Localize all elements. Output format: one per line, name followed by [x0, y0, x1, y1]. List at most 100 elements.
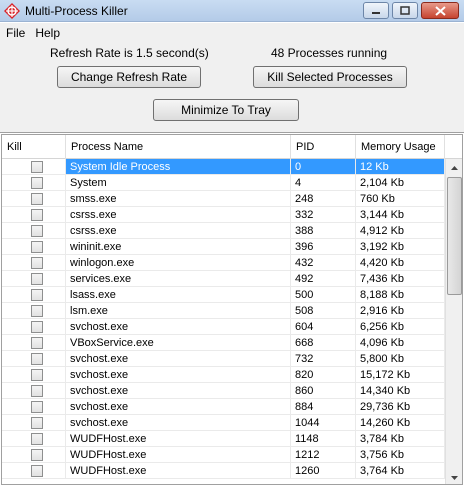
table-row[interactable]: svchost.exe 1044 14,260 Kb	[2, 415, 445, 431]
table-row[interactable]: svchost.exe 860 14,340 Kb	[2, 383, 445, 399]
arrow-up-icon	[451, 165, 458, 170]
kill-checkbox[interactable]	[31, 369, 43, 381]
kill-checkbox[interactable]	[31, 193, 43, 205]
control-panel: Refresh Rate is 1.5 second(s) 48 Process…	[0, 42, 464, 133]
table-row[interactable]: services.exe 492 7,436 Kb	[2, 271, 445, 287]
table-row[interactable]: wininit.exe 396 3,192 Kb	[2, 239, 445, 255]
memory-cell: 14,260 Kb	[356, 415, 445, 431]
kill-cell	[2, 383, 66, 399]
table-row[interactable]: csrss.exe 332 3,144 Kb	[2, 207, 445, 223]
table-row[interactable]: lsass.exe 500 8,188 Kb	[2, 287, 445, 303]
kill-checkbox[interactable]	[31, 209, 43, 221]
kill-cell	[2, 191, 66, 207]
process-name-cell: svchost.exe	[66, 367, 291, 383]
process-table: Kill Process Name PID Memory Usage Syste…	[1, 134, 463, 485]
menu-bar: File Help	[0, 23, 464, 42]
process-name-cell: WUDFHost.exe	[66, 431, 291, 447]
column-header-name[interactable]: Process Name	[66, 135, 291, 159]
scroll-down-button[interactable]	[446, 469, 462, 484]
pid-cell: 4	[291, 175, 356, 191]
kill-checkbox[interactable]	[31, 225, 43, 237]
column-header-memory[interactable]: Memory Usage	[356, 135, 445, 159]
kill-cell	[2, 303, 66, 319]
refresh-rate-label: Refresh Rate is 1.5 second(s)	[50, 46, 209, 60]
vertical-scrollbar[interactable]	[445, 159, 462, 484]
process-name-cell: services.exe	[66, 271, 291, 287]
kill-cell	[2, 239, 66, 255]
close-button[interactable]	[421, 2, 459, 19]
kill-checkbox[interactable]	[31, 433, 43, 445]
kill-cell	[2, 223, 66, 239]
table-row[interactable]: WUDFHost.exe 1260 3,764 Kb	[2, 463, 445, 479]
kill-checkbox[interactable]	[31, 305, 43, 317]
kill-checkbox[interactable]	[31, 385, 43, 397]
kill-checkbox[interactable]	[31, 161, 43, 173]
kill-checkbox[interactable]	[31, 321, 43, 333]
pid-cell: 1260	[291, 463, 356, 479]
process-name-cell: WUDFHost.exe	[66, 447, 291, 463]
menu-help[interactable]: Help	[35, 26, 60, 40]
close-icon	[434, 5, 446, 16]
crosshair-diamond-icon	[4, 3, 20, 19]
kill-selected-button[interactable]: Kill Selected Processes	[253, 66, 407, 88]
kill-checkbox[interactable]	[31, 401, 43, 413]
table-row[interactable]: WUDFHost.exe 1148 3,784 Kb	[2, 431, 445, 447]
maximize-button[interactable]	[392, 2, 418, 19]
kill-checkbox[interactable]	[31, 273, 43, 285]
kill-cell	[2, 159, 66, 175]
kill-cell	[2, 447, 66, 463]
memory-cell: 3,192 Kb	[356, 239, 445, 255]
pid-cell: 492	[291, 271, 356, 287]
kill-checkbox[interactable]	[31, 289, 43, 301]
kill-checkbox[interactable]	[31, 417, 43, 429]
title-bar[interactable]: Multi-Process Killer	[0, 0, 464, 22]
kill-cell	[2, 175, 66, 191]
kill-cell	[2, 367, 66, 383]
table-row[interactable]: System 4 2,104 Kb	[2, 175, 445, 191]
table-row[interactable]: svchost.exe 732 5,800 Kb	[2, 351, 445, 367]
pid-cell: 860	[291, 383, 356, 399]
table-header: Kill Process Name PID Memory Usage	[2, 135, 462, 159]
minimize-to-tray-button[interactable]: Minimize To Tray	[153, 99, 299, 121]
table-row[interactable]: System Idle Process 0 12 Kb	[2, 159, 445, 175]
table-row[interactable]: WUDFHost.exe 1212 3,756 Kb	[2, 447, 445, 463]
kill-checkbox[interactable]	[31, 337, 43, 349]
kill-cell	[2, 415, 66, 431]
memory-cell: 2,916 Kb	[356, 303, 445, 319]
pid-cell: 884	[291, 399, 356, 415]
table-row[interactable]: svchost.exe 884 29,736 Kb	[2, 399, 445, 415]
table-row[interactable]: lsm.exe 508 2,916 Kb	[2, 303, 445, 319]
memory-cell: 4,912 Kb	[356, 223, 445, 239]
table-row[interactable]: svchost.exe 820 15,172 Kb	[2, 367, 445, 383]
pid-cell: 500	[291, 287, 356, 303]
column-header-pid[interactable]: PID	[291, 135, 356, 159]
menu-file[interactable]: File	[6, 26, 25, 40]
table-row[interactable]: csrss.exe 388 4,912 Kb	[2, 223, 445, 239]
kill-checkbox[interactable]	[31, 353, 43, 365]
process-name-cell: lsass.exe	[66, 287, 291, 303]
scroll-up-button[interactable]	[446, 159, 462, 176]
kill-checkbox[interactable]	[31, 449, 43, 461]
minimize-button[interactable]	[363, 2, 389, 19]
process-name-cell: wininit.exe	[66, 239, 291, 255]
scroll-thumb[interactable]	[447, 177, 462, 295]
memory-cell: 760 Kb	[356, 191, 445, 207]
column-header-kill[interactable]: Kill	[2, 135, 66, 159]
table-row[interactable]: VBoxService.exe 668 4,096 Kb	[2, 335, 445, 351]
table-row[interactable]: winlogon.exe 432 4,420 Kb	[2, 255, 445, 271]
table-row[interactable]: smss.exe 248 760 Kb	[2, 191, 445, 207]
kill-checkbox[interactable]	[31, 465, 43, 477]
pid-cell: 248	[291, 191, 356, 207]
process-name-cell: svchost.exe	[66, 383, 291, 399]
memory-cell: 2,104 Kb	[356, 175, 445, 191]
memory-cell: 5,800 Kb	[356, 351, 445, 367]
memory-cell: 3,764 Kb	[356, 463, 445, 479]
table-row[interactable]: svchost.exe 604 6,256 Kb	[2, 319, 445, 335]
kill-checkbox[interactable]	[31, 177, 43, 189]
kill-cell	[2, 287, 66, 303]
pid-cell: 604	[291, 319, 356, 335]
kill-checkbox[interactable]	[31, 257, 43, 269]
process-name-cell: csrss.exe	[66, 223, 291, 239]
change-refresh-rate-button[interactable]: Change Refresh Rate	[57, 66, 201, 88]
kill-checkbox[interactable]	[31, 241, 43, 253]
